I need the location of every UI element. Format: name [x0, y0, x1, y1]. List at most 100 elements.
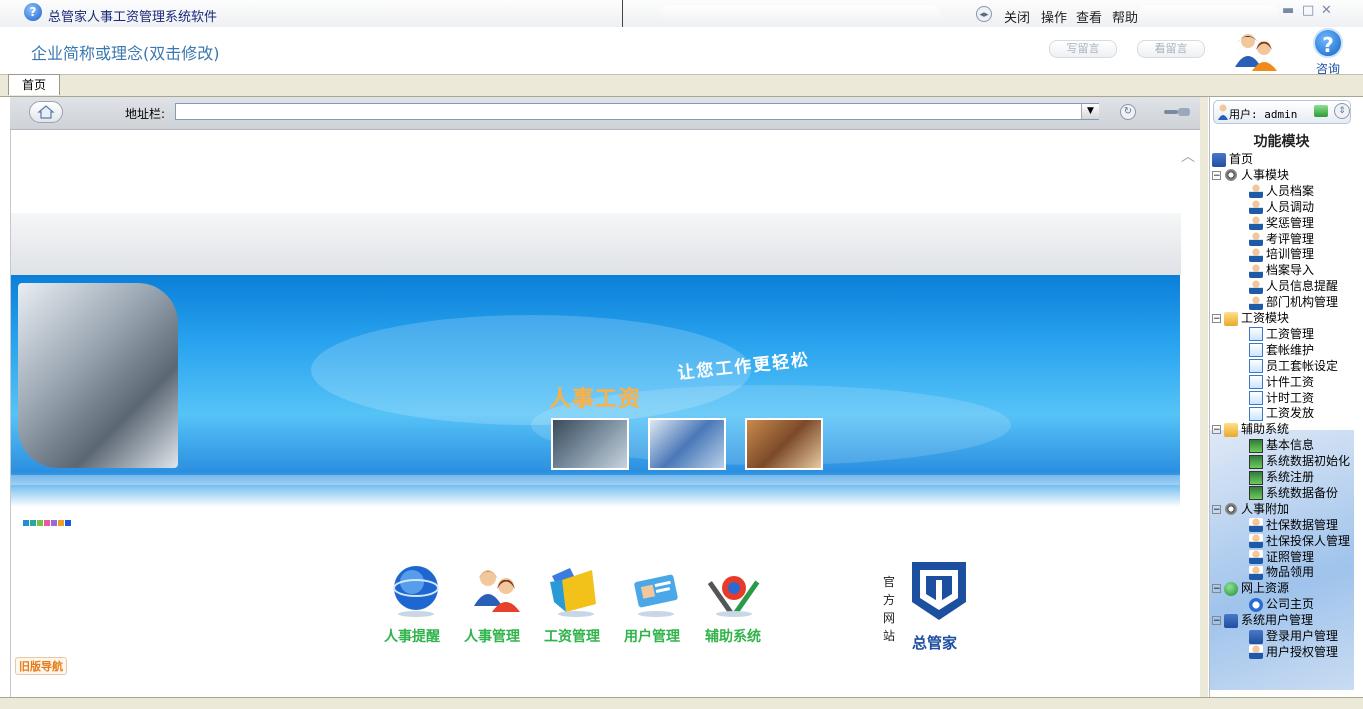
tree-item-label: 用户授权管理	[1266, 644, 1339, 659]
nav-auxiliary-system[interactable]: 辅助系统	[705, 626, 761, 646]
tree-item[interactable]: 社保数据管理	[1249, 517, 1338, 533]
tree-item[interactable]: 部门机构管理	[1249, 294, 1338, 310]
menu-close[interactable]: 关闭	[1004, 7, 1030, 26]
tree-item-label: 计件工资	[1266, 374, 1315, 389]
tree-item-label: 人事模块	[1241, 167, 1290, 182]
refresh-icon[interactable]: ↻	[1120, 104, 1136, 120]
nav-hr-reminder[interactable]: 人事提醒	[384, 626, 440, 646]
old-nav-button[interactable]: 旧版导航	[15, 657, 67, 675]
tree-item[interactable]: − 系统用户管理	[1212, 612, 1313, 628]
address-dropdown-icon[interactable]: ▼	[1081, 104, 1099, 119]
menu-operation[interactable]: 操作	[1041, 7, 1067, 26]
tree-item[interactable]: 用户授权管理	[1249, 644, 1338, 660]
gear-icon	[1224, 502, 1238, 517]
tree-item[interactable]: 首页	[1212, 151, 1253, 167]
tree-item-label: 工资发放	[1266, 406, 1315, 421]
tree-item[interactable]: 人员调动	[1249, 199, 1314, 215]
tree-item[interactable]: 工资发放	[1249, 405, 1314, 421]
panel-splitter[interactable]	[1200, 97, 1208, 700]
maximize-icon[interactable]: □	[1302, 3, 1314, 18]
person-icon	[1249, 518, 1263, 533]
folder-icon[interactable]	[546, 562, 602, 618]
tree-item[interactable]: 计件工资	[1249, 374, 1314, 390]
color-dot	[51, 520, 57, 526]
menu-view[interactable]: 查看	[1076, 7, 1102, 26]
handshake-photo	[745, 418, 823, 470]
close-icon[interactable]: ✕	[1321, 3, 1332, 18]
nav-hr-management[interactable]: 人事管理	[464, 626, 520, 646]
tree-item[interactable]: − 网上资源	[1212, 580, 1289, 596]
home-icon	[37, 105, 55, 119]
tree-item[interactable]: 员工套帐设定	[1249, 358, 1338, 374]
nav-user-management[interactable]: 用户管理	[624, 626, 680, 646]
users-icon[interactable]	[468, 562, 524, 618]
tree-item[interactable]: 人员信息提醒	[1249, 278, 1338, 294]
menu-help[interactable]: 帮助	[1112, 7, 1138, 26]
id-card-icon[interactable]	[628, 562, 684, 618]
leave-message-button[interactable]: 写留言	[1049, 40, 1117, 58]
tree-item[interactable]: 系统数据备份	[1249, 485, 1338, 501]
nav-salary-management[interactable]: 工资管理	[544, 626, 600, 646]
tree-item[interactable]: 套帐维护	[1249, 342, 1314, 358]
tree-item[interactable]: 证照管理	[1249, 549, 1314, 565]
tree-item[interactable]: 计时工资	[1249, 390, 1314, 406]
tree-toggle-icon[interactable]: −	[1212, 584, 1221, 594]
tree-item[interactable]: 人员档案	[1249, 183, 1314, 199]
tree-item[interactable]: 档案导入	[1249, 262, 1314, 278]
users-icon[interactable]	[1233, 31, 1279, 71]
company-logo[interactable]	[906, 558, 972, 624]
collapse-icon[interactable]: ⇕	[1334, 103, 1350, 119]
tree-item[interactable]: 考评管理	[1249, 231, 1314, 247]
color-dot	[65, 520, 71, 526]
address-input[interactable]	[175, 103, 1099, 120]
scroll-up-icon[interactable]: ︿	[1181, 146, 1195, 166]
tree-toggle-icon[interactable]: −	[1212, 425, 1221, 435]
person-icon	[1249, 184, 1263, 199]
doc-icon	[1249, 406, 1263, 421]
official-site-label[interactable]: 官方网站	[883, 573, 897, 645]
tree-item[interactable]: − 工资模块	[1212, 310, 1289, 326]
tree-toggle-icon[interactable]: −	[1212, 504, 1221, 514]
home-button[interactable]	[29, 101, 63, 123]
help-icon[interactable]: ?	[1313, 28, 1343, 58]
tree-item[interactable]: − 人事附加	[1212, 501, 1289, 517]
tree-item-label: 网上资源	[1241, 581, 1290, 596]
tree-item[interactable]: 培训管理	[1249, 246, 1314, 262]
tree-item[interactable]: 系统注册	[1249, 469, 1314, 485]
tree-item[interactable]: 公司主页	[1249, 596, 1314, 612]
tree-item-label: 系统数据备份	[1266, 485, 1339, 500]
tools-icon[interactable]	[706, 562, 762, 618]
minimize-icon[interactable]: ▬	[1282, 3, 1294, 18]
tree-item[interactable]: 基本信息	[1249, 437, 1314, 453]
user-avatar-icon	[1218, 104, 1228, 120]
person-icon	[1249, 295, 1263, 310]
e-icon	[1249, 597, 1263, 612]
view-message-button[interactable]: 看留言	[1137, 40, 1205, 58]
tree-item[interactable]: − 辅助系统	[1212, 421, 1289, 437]
tree-item-label: 考评管理	[1266, 231, 1315, 246]
tree-item[interactable]: 系统数据初始化	[1249, 453, 1350, 469]
tree-item[interactable]: 登录用户管理	[1249, 628, 1338, 644]
tree-toggle-icon[interactable]: −	[1212, 616, 1221, 626]
app-logo-icon: ?	[24, 3, 42, 21]
tree-toggle-icon[interactable]: −	[1212, 170, 1221, 180]
tree-item[interactable]: 物品领用	[1249, 564, 1314, 580]
switch-user-icon[interactable]	[1314, 105, 1328, 117]
tree-item-label: 首页	[1229, 152, 1254, 166]
back-arrow-icon[interactable]: ◂▸	[976, 6, 992, 22]
globe-icon[interactable]	[388, 562, 444, 618]
tab-home[interactable]: 首页	[8, 74, 60, 95]
tree-toggle-icon[interactable]: −	[1212, 314, 1221, 324]
doc-icon	[1249, 359, 1263, 374]
tree-item[interactable]: 工资管理	[1249, 326, 1314, 342]
tree-item[interactable]: 社保投保人管理	[1249, 533, 1350, 549]
logo-text: 总管家	[912, 634, 958, 652]
person-icon	[1249, 565, 1263, 580]
tree-item[interactable]: 奖惩管理	[1249, 215, 1314, 231]
key-icon[interactable]	[1163, 107, 1191, 117]
title-decoration	[660, 5, 940, 23]
tree-item-label: 工资管理	[1266, 326, 1315, 341]
company-slogan[interactable]: 企业简称或理念(双击修改)	[31, 40, 220, 64]
tree-item[interactable]: − 人事模块	[1212, 167, 1289, 183]
tree-item-label: 员工套帐设定	[1266, 358, 1339, 373]
